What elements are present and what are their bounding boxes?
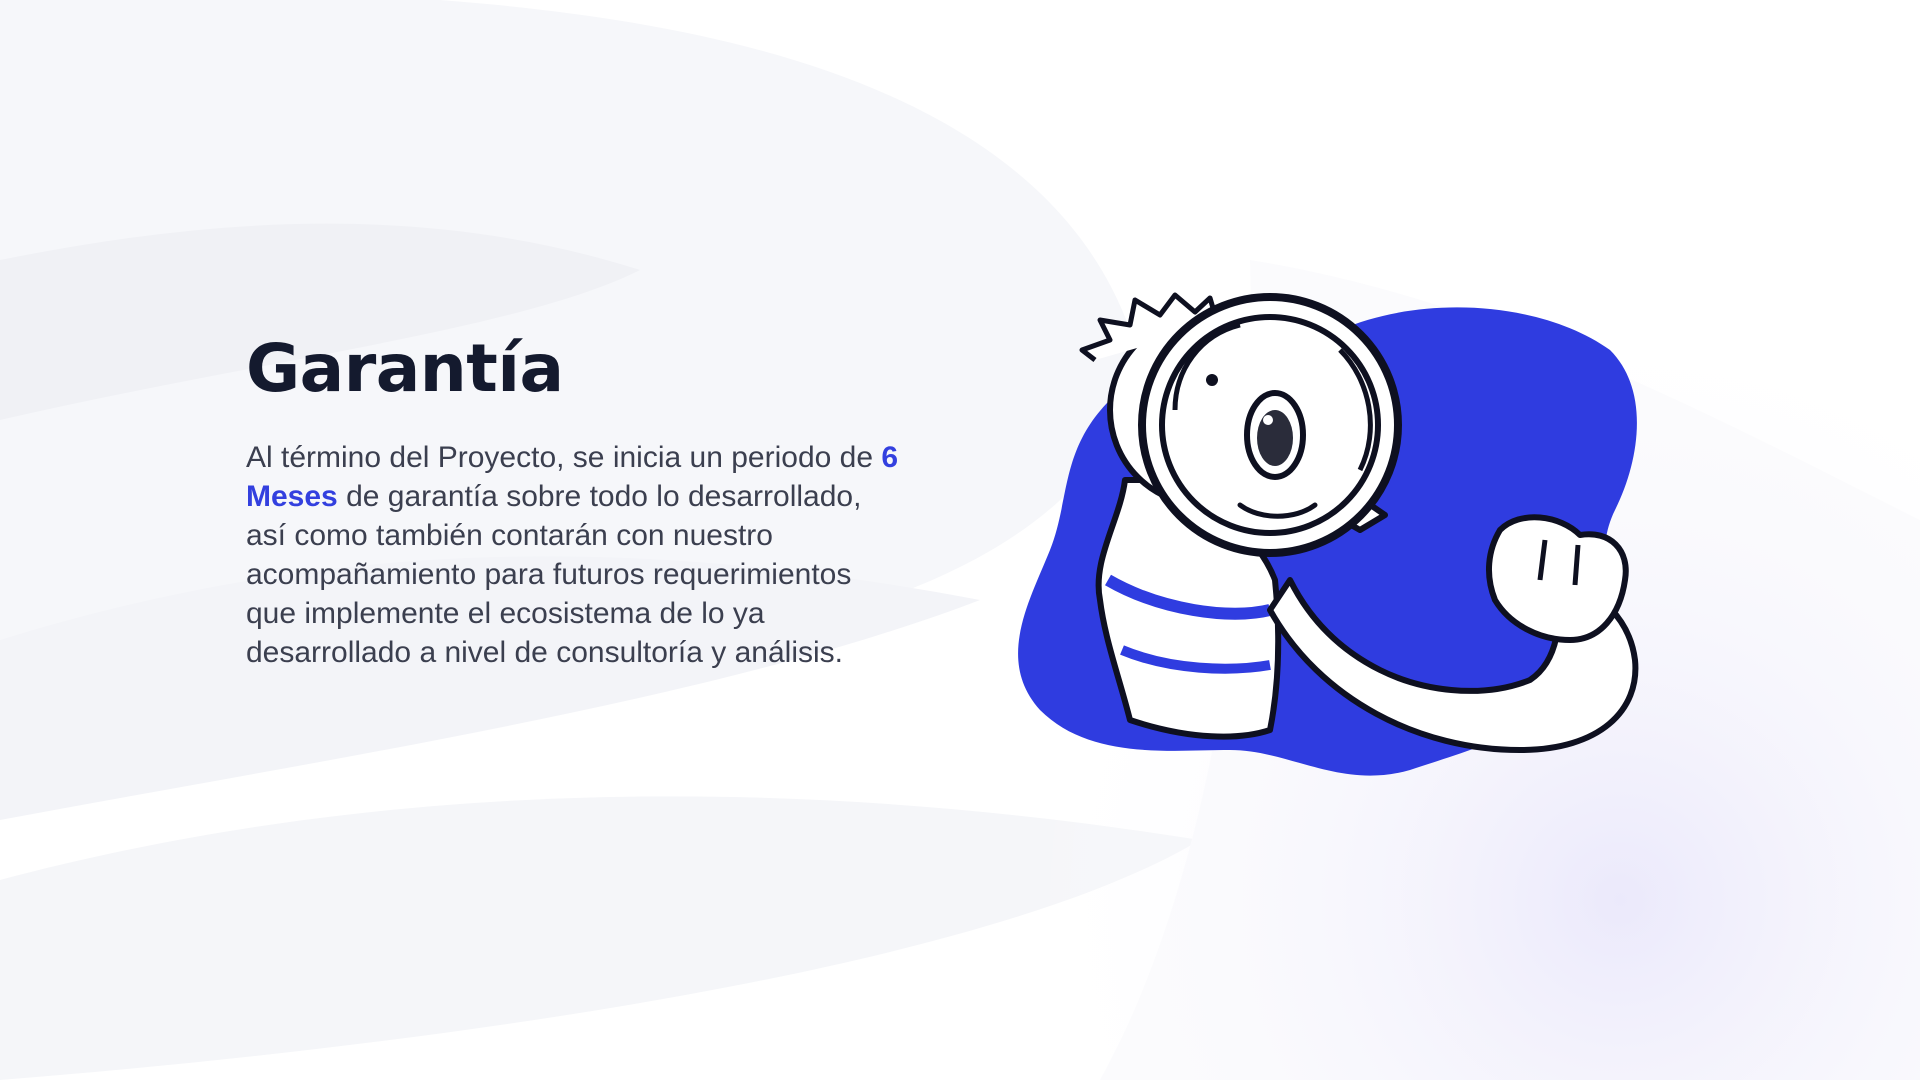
- text-block: Garantía Al término del Proyecto, se ini…: [246, 330, 906, 672]
- body-text-after: de garantía sobre todo lo desarrollado, …: [246, 480, 862, 669]
- person-with-magnifying-glass-icon: [1018, 292, 1639, 776]
- slide-body: Al término del Proyecto, se inicia un pe…: [246, 438, 906, 672]
- body-text-before: Al término del Proyecto, se inicia un pe…: [246, 441, 882, 474]
- slide: Garantía Al término del Proyecto, se ini…: [0, 0, 1920, 1080]
- slide-title: Garantía: [246, 330, 564, 407]
